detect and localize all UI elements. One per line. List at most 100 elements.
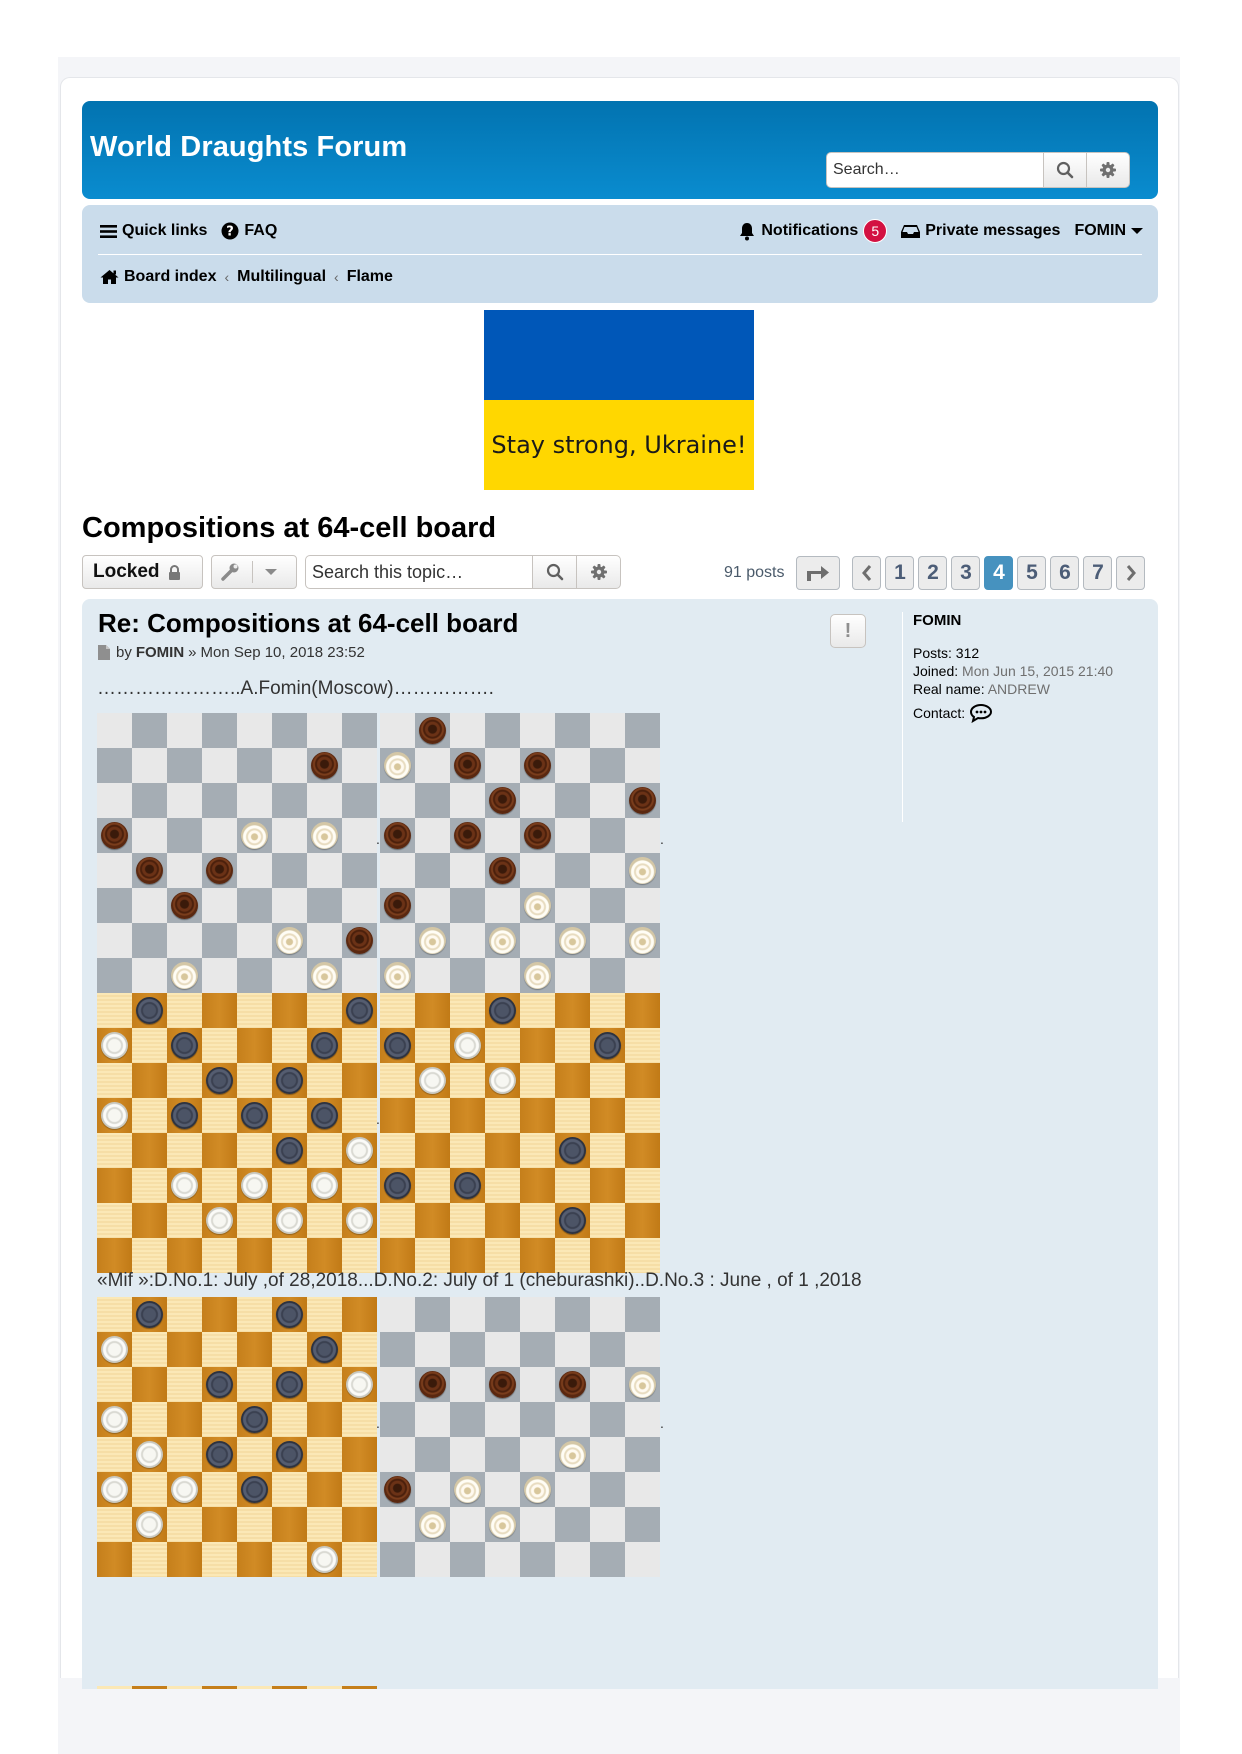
breadcrumb-board-index[interactable]: Board index: [124, 268, 216, 286]
page-3-button[interactable]: 3: [951, 556, 981, 590]
board-square: [342, 1332, 377, 1367]
search-button[interactable]: [1044, 152, 1087, 188]
breadcrumb-flame[interactable]: Flame: [347, 268, 393, 286]
post-profile: FOMIN Posts: 312 Joined: Mon Jun 15, 201…: [902, 612, 1153, 822]
white-piece: [489, 927, 516, 954]
board-square: [237, 713, 272, 748]
board-square: [272, 1437, 307, 1472]
board-square: [415, 1542, 450, 1577]
profile-posts: Posts: 312: [913, 645, 1153, 661]
page-6-button[interactable]: 6: [1050, 556, 1080, 590]
topic-title[interactable]: Compositions at 64-cell board: [82, 512, 496, 545]
board-square: [625, 958, 660, 993]
board-square: [625, 713, 660, 748]
board-square: [590, 958, 625, 993]
board-square: [272, 993, 307, 1028]
board-square: [485, 1133, 520, 1168]
locked-button[interactable]: Locked: [82, 555, 203, 589]
page-7-button[interactable]: 7: [1083, 556, 1113, 590]
speech-bubble-icon[interactable]: [969, 703, 993, 723]
black-piece: [559, 1207, 586, 1234]
page-1-button[interactable]: 1: [885, 556, 915, 590]
board-square: [415, 888, 450, 923]
board-square: [450, 923, 485, 958]
faq-label: FAQ: [244, 222, 278, 239]
board-square: [167, 958, 202, 993]
topic-search-button[interactable]: [533, 555, 577, 589]
board-square: [450, 1507, 485, 1542]
topic-search-input[interactable]: Search this topic…: [305, 555, 533, 589]
page-2-button[interactable]: 2: [918, 556, 948, 590]
board-square: [590, 713, 625, 748]
board-square: [307, 993, 342, 1028]
board-square: [485, 1437, 520, 1472]
board-square: [132, 1028, 167, 1063]
board-square: [202, 1542, 237, 1577]
notifications-badge: 5: [863, 219, 888, 243]
white-piece: [524, 892, 551, 919]
board-square: [307, 1133, 342, 1168]
board-square: [307, 1507, 342, 1542]
quick-links-menu[interactable]: Quick links: [100, 222, 207, 240]
white-piece: [311, 1172, 338, 1199]
board-square: [237, 1507, 272, 1542]
black-piece: [419, 717, 446, 744]
breadcrumb-multilingual[interactable]: Multilingual: [237, 268, 326, 286]
user-menu[interactable]: FOMIN: [1074, 222, 1143, 240]
board-square: [167, 1297, 202, 1332]
faq-link[interactable]: ? FAQ: [221, 222, 277, 240]
page-5-button[interactable]: 5: [1017, 556, 1047, 590]
notifications-link[interactable]: Notifications 5: [738, 219, 888, 243]
profile-contact: Contact:: [913, 703, 1153, 723]
board-square: [450, 1332, 485, 1367]
post-author[interactable]: FOMIN: [136, 644, 184, 661]
white-piece: [559, 927, 586, 954]
page-4-button-current[interactable]: 4: [984, 556, 1014, 590]
white-piece: [241, 1172, 268, 1199]
site-title[interactable]: World Draughts Forum: [90, 131, 407, 164]
next-page-button[interactable]: [1116, 556, 1146, 590]
board-square: [555, 748, 590, 783]
black-piece: [241, 1102, 268, 1129]
black-piece: [384, 822, 411, 849]
board-square: [555, 1238, 590, 1273]
board-square: [342, 1542, 377, 1577]
black-piece: [454, 1172, 481, 1199]
board-square: [485, 1098, 520, 1133]
board-square: [132, 713, 167, 748]
topic-tools-button[interactable]: [211, 555, 297, 589]
board-square: [555, 818, 590, 853]
black-piece: [206, 1441, 233, 1468]
advanced-search-button[interactable]: [1087, 152, 1130, 188]
board-square: [625, 748, 660, 783]
black-piece: [171, 892, 198, 919]
board-square: [485, 1203, 520, 1238]
board-square: [307, 1028, 342, 1063]
jump-to-page-button[interactable]: [796, 556, 841, 590]
board-square: [520, 923, 555, 958]
board-square: [380, 783, 415, 818]
board-square: [450, 1028, 485, 1063]
board-square: [342, 1133, 377, 1168]
search-input[interactable]: Search…: [826, 152, 1044, 188]
topic-advanced-search-button[interactable]: [577, 555, 621, 589]
profile-username[interactable]: FOMIN: [913, 612, 1153, 629]
board-square: [555, 1542, 590, 1577]
board-square: [590, 1367, 625, 1402]
board-square: [590, 1238, 625, 1273]
posts-value[interactable]: 312: [956, 645, 979, 661]
post-file-icon[interactable]: [98, 645, 110, 660]
white-piece: [489, 1511, 516, 1538]
private-messages-link[interactable]: Private messages: [901, 222, 1060, 240]
board-square: [167, 818, 202, 853]
report-post-button[interactable]: !: [830, 614, 866, 648]
board-square: [555, 1332, 590, 1367]
chevron-right-icon: [1126, 565, 1136, 581]
topic-search: Search this topic…: [305, 555, 621, 589]
previous-page-button[interactable]: [852, 556, 882, 590]
board-square: [167, 1063, 202, 1098]
board-square: [307, 1297, 342, 1332]
board-square: [380, 923, 415, 958]
post-title[interactable]: Re: Compositions at 64-cell board: [98, 608, 518, 639]
board-square: [342, 1168, 377, 1203]
